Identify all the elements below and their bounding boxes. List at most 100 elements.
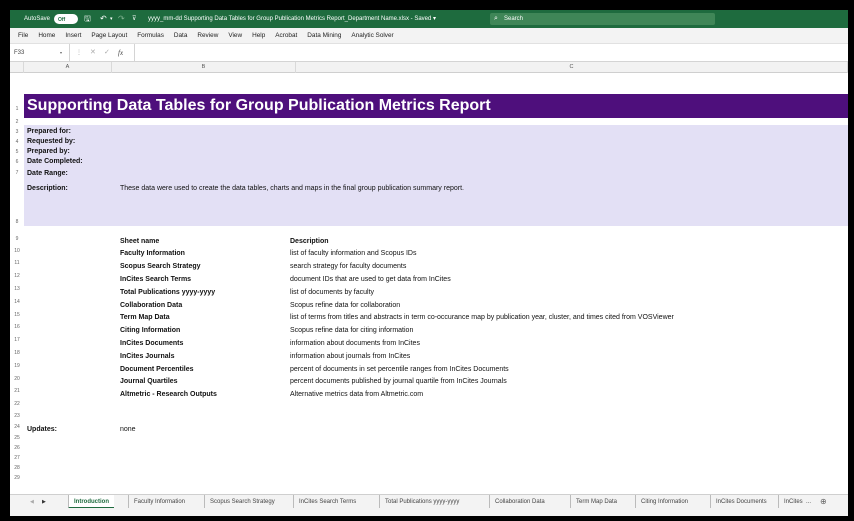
row-header[interactable]: 18 — [10, 350, 24, 356]
formula-input[interactable] — [134, 44, 848, 62]
table-row-name[interactable]: Collaboration Data — [120, 302, 182, 309]
label-updates[interactable]: Updates: — [27, 426, 57, 433]
select-all-corner[interactable] — [10, 62, 24, 73]
chevron-down-icon[interactable]: ▾ — [60, 44, 62, 62]
label-date-completed[interactable]: Date Completed: — [27, 158, 83, 165]
table-row-desc[interactable]: Scopus refine data for citing informatio… — [290, 327, 413, 334]
table-row-desc[interactable]: document IDs that are used to get data f… — [290, 276, 451, 283]
column-header-c[interactable]: C — [296, 62, 848, 73]
tab-term-map-data[interactable]: Term Map Data — [570, 495, 622, 509]
row-header[interactable]: 20 — [10, 376, 24, 382]
tab-introduction[interactable]: Introduction — [68, 495, 114, 509]
row-header[interactable]: 4 — [10, 139, 24, 145]
table-row-name[interactable]: InCites Journals — [120, 353, 174, 360]
label-prepared-for[interactable]: Prepared for: — [27, 128, 71, 135]
menu-view[interactable]: View — [228, 32, 242, 39]
tab-scopus-search-strategy[interactable]: Scopus Search Strategy — [204, 495, 280, 509]
row-header[interactable]: 7 — [10, 170, 24, 176]
cancel-icon[interactable]: ✕ — [90, 44, 96, 62]
table-row-desc[interactable]: percent of documents in set percentile r… — [290, 366, 509, 373]
menu-acrobat[interactable]: Acrobat — [275, 32, 297, 39]
column-header-b[interactable]: B — [112, 62, 296, 73]
label-date-range[interactable]: Date Range: — [27, 170, 68, 177]
save-icon[interactable]: 🖫 — [84, 10, 91, 28]
row-header[interactable]: 12 — [10, 273, 24, 279]
tab-incites-journals[interactable]: InCites — [778, 495, 808, 509]
row-header[interactable]: 27 — [10, 455, 24, 461]
table-row-name[interactable]: Scopus Search Strategy — [120, 263, 201, 270]
row-header[interactable]: 16 — [10, 324, 24, 330]
row-header[interactable]: 22 — [10, 401, 24, 407]
menu-help[interactable]: Help — [252, 32, 265, 39]
table-row-desc[interactable]: percent documents published by journal q… — [290, 378, 507, 385]
row-header[interactable]: 19 — [10, 363, 24, 369]
row-header[interactable]: 15 — [10, 312, 24, 318]
row-header[interactable]: 1 — [10, 106, 24, 112]
menu-data-mining[interactable]: Data Mining — [307, 32, 341, 39]
row-header[interactable]: 25 — [10, 435, 24, 441]
menu-review[interactable]: Review — [197, 32, 218, 39]
customize-icon[interactable]: ⊽ — [132, 10, 136, 28]
undo-icon[interactable]: ↶ — [100, 10, 107, 28]
updates-value[interactable]: none — [120, 426, 136, 433]
column-header-a[interactable]: A — [24, 62, 112, 73]
table-row-desc[interactable]: search strategy for faculty documents — [290, 263, 406, 270]
tab-incites-documents[interactable]: InCites Documents — [710, 495, 772, 509]
row-header[interactable]: 10 — [10, 248, 24, 254]
row-header[interactable]: 8 — [10, 219, 24, 225]
label-prepared-by[interactable]: Prepared by: — [27, 148, 70, 155]
row-header[interactable]: 21 — [10, 388, 24, 394]
menu-data[interactable]: Data — [174, 32, 188, 39]
table-header-sheet-name[interactable]: Sheet name — [120, 238, 159, 245]
document-title[interactable]: yyyy_mm-dd Supporting Data Tables for Gr… — [148, 10, 436, 28]
enter-icon[interactable]: ✓ — [104, 44, 110, 62]
row-header[interactable]: 13 — [10, 286, 24, 292]
tab-collaboration-data[interactable]: Collaboration Data — [489, 495, 550, 509]
table-row-desc[interactable]: Scopus refine data for collaboration — [290, 302, 400, 309]
table-row-desc[interactable]: information about documents from InCites — [290, 340, 420, 347]
row-header[interactable]: 6 — [10, 159, 24, 165]
table-row-desc[interactable]: list of faculty information and Scopus I… — [290, 250, 416, 257]
menu-analytic-solver[interactable]: Analytic Solver — [351, 32, 393, 39]
tab-citing-information[interactable]: Citing Information — [635, 495, 693, 509]
more-tabs-button[interactable]: ... — [806, 495, 811, 509]
row-header[interactable]: 3 — [10, 129, 24, 135]
table-row-name[interactable]: Document Percentiles — [120, 366, 194, 373]
table-row-desc[interactable]: information about journals from InCites — [290, 353, 410, 360]
table-header-description[interactable]: Description — [290, 238, 329, 245]
table-row-desc[interactable]: Alternative metrics data from Altmetric.… — [290, 391, 423, 398]
menu-formulas[interactable]: Formulas — [137, 32, 164, 39]
tab-total-publications[interactable]: Total Publications yyyy-yyyy — [379, 495, 464, 509]
table-row-desc[interactable]: list of documents by faculty — [290, 289, 374, 296]
row-header[interactable]: 9 — [10, 236, 24, 242]
row-header[interactable]: 11 — [10, 260, 24, 266]
sheet-title[interactable]: Supporting Data Tables for Group Publica… — [27, 94, 491, 118]
menu-home[interactable]: Home — [38, 32, 55, 39]
row-header[interactable]: 24 — [10, 424, 24, 430]
table-row-name[interactable]: Faculty Information — [120, 250, 185, 257]
description-text[interactable]: These data were used to create the data … — [120, 185, 464, 192]
table-row-name[interactable]: InCites Search Terms — [120, 276, 191, 283]
tab-incites-search-terms[interactable]: InCites Search Terms — [293, 495, 361, 509]
next-sheet-icon[interactable]: ▶ — [42, 495, 46, 509]
redo-icon[interactable]: ↷ — [118, 10, 125, 28]
table-row-name[interactable]: InCites Documents — [120, 340, 183, 347]
label-requested-by[interactable]: Requested by: — [27, 138, 75, 145]
row-header[interactable]: 17 — [10, 337, 24, 343]
table-row-desc[interactable]: list of terms from titles and abstracts … — [290, 314, 674, 321]
table-row-name[interactable]: Altmetric - Research Outputs — [120, 391, 217, 398]
search-input[interactable]: ⌕ Search — [490, 13, 715, 25]
undo-dropdown-icon[interactable]: ▾ — [110, 10, 113, 28]
prev-sheet-icon[interactable]: ◀ — [30, 495, 34, 509]
menu-insert[interactable]: Insert — [65, 32, 81, 39]
row-header[interactable]: 5 — [10, 149, 24, 155]
label-description[interactable]: Description: — [27, 185, 68, 192]
row-header[interactable]: 2 — [10, 119, 24, 125]
menu-file[interactable]: File — [18, 32, 28, 39]
row-header[interactable]: 14 — [10, 299, 24, 305]
table-row-name[interactable]: Term Map Data — [120, 314, 170, 321]
autosave-toggle[interactable]: Off — [54, 14, 78, 24]
insert-function-icon[interactable]: fx — [118, 44, 123, 62]
menu-page-layout[interactable]: Page Layout — [91, 32, 127, 39]
row-header[interactable]: 29 — [10, 475, 24, 481]
